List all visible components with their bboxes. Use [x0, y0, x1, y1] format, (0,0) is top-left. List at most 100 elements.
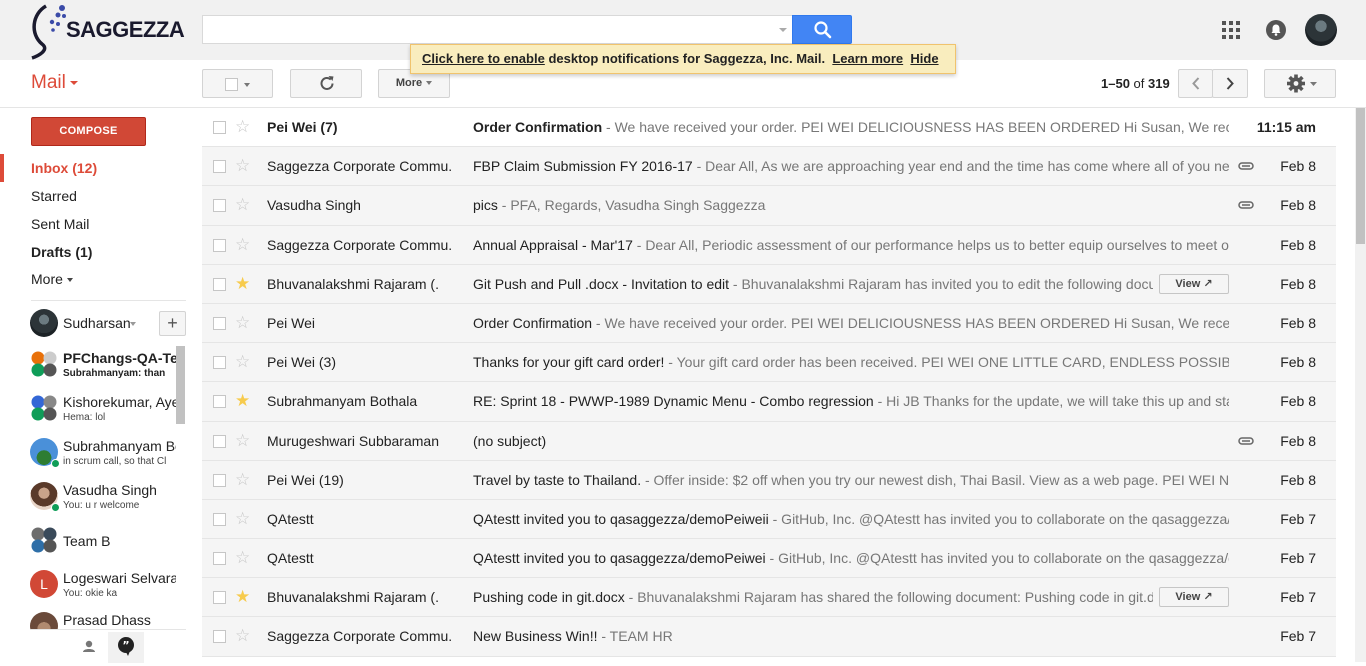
email-row[interactable]: ☆ Pei Wei (19) Travel by taste to Thaila…: [202, 460, 1336, 500]
row-checkbox[interactable]: [213, 630, 226, 644]
email-row[interactable]: ☆ Pei Wei Order Confirmation - We have r…: [202, 303, 1336, 344]
nav-drafts[interactable]: Drafts (1): [0, 238, 186, 266]
account-avatar[interactable]: [1305, 14, 1337, 46]
star-icon[interactable]: ☆: [235, 470, 250, 490]
star-icon-starred[interactable]: ★: [235, 274, 250, 294]
email-date: Feb 7: [1280, 589, 1316, 606]
contacts-person-icon[interactable]: [83, 640, 95, 652]
email-sender: Bhuvanalakshmi Rajaram (.: [267, 589, 439, 606]
search-input[interactable]: [202, 15, 793, 44]
email-row[interactable]: ☆ Pei Wei (3) Thanks for your gift card …: [202, 343, 1336, 383]
nav-sent-mail[interactable]: Sent Mail: [0, 210, 186, 238]
email-row[interactable]: ☆ Murugeshwari Subbaraman (no subject) F…: [202, 421, 1336, 461]
email-row[interactable]: ☆ Saggezza Corporate Commu. New Business…: [202, 617, 1336, 657]
email-content: Git Push and Pull .docx - Invitation to …: [473, 276, 1153, 292]
star-icon[interactable]: ☆: [235, 313, 250, 333]
row-checkbox[interactable]: [213, 473, 226, 487]
chat-item[interactable]: L Logeswari Selvaraj You: okie ka: [30, 566, 176, 608]
email-snippet: - We have received your order. PEI WEI D…: [606, 119, 1229, 135]
settings-button[interactable]: [1264, 69, 1336, 98]
chat-item[interactable]: PFChangs-QA-Tea Subrahmanyam: than: [30, 346, 176, 388]
select-all-button[interactable]: [202, 69, 273, 98]
search-options-icon[interactable]: [779, 28, 787, 32]
email-subject: New Business Win!!: [473, 628, 598, 645]
view-document-button[interactable]: View ↗: [1159, 273, 1229, 294]
email-snippet: - Dear All, Periodic assessment of our p…: [636, 236, 1229, 253]
row-checkbox[interactable]: [213, 434, 226, 448]
chevron-left-icon: [1192, 77, 1200, 90]
email-content: (no subject): [473, 433, 1229, 449]
row-checkbox[interactable]: [213, 277, 226, 291]
star-icon[interactable]: ☆: [235, 235, 250, 255]
star-icon[interactable]: ☆: [235, 626, 250, 646]
nav-inbox[interactable]: Inbox (12): [0, 154, 186, 182]
chat-list-scrollbar[interactable]: [176, 346, 185, 424]
star-icon[interactable]: ☆: [235, 195, 250, 215]
email-row[interactable]: ☆ Saggezza Corporate Commu. FBP Claim Su…: [202, 147, 1336, 187]
star-icon[interactable]: ☆: [235, 548, 250, 568]
row-checkbox[interactable]: [213, 238, 226, 252]
star-icon[interactable]: ☆: [235, 509, 250, 529]
star-icon-starred[interactable]: ★: [235, 391, 250, 411]
row-checkbox[interactable]: [213, 160, 226, 174]
compose-button[interactable]: COMPOSE: [31, 117, 146, 146]
chat-item[interactable]: Team B: [30, 522, 176, 564]
row-checkbox[interactable]: [213, 199, 226, 213]
row-checkbox[interactable]: [213, 395, 226, 409]
row-checkbox[interactable]: [213, 552, 226, 566]
email-sender: Subrahmanyam Bothala: [267, 393, 418, 410]
mail-app-switcher[interactable]: Mail: [31, 72, 78, 94]
scrollbar-thumb[interactable]: [1356, 108, 1365, 244]
email-row[interactable]: ☆ QAtestt QAtestt invited you to qasagge…: [202, 499, 1336, 540]
saggezza-logo[interactable]: SAGGEZZA: [28, 0, 185, 60]
email-row[interactable]: ★ Bhuvanalakshmi Rajaram (. Git Push and…: [202, 264, 1336, 304]
older-page-button[interactable]: [1212, 69, 1248, 98]
main-scrollbar[interactable]: [1355, 108, 1366, 662]
group-avatar: [30, 350, 58, 378]
new-hangout-button[interactable]: +: [159, 311, 186, 336]
enable-notifications-link[interactable]: Click here to enable: [422, 51, 545, 66]
pagination-total: 319: [1148, 76, 1170, 91]
hide-link[interactable]: Hide: [910, 51, 938, 66]
email-row[interactable]: ☆ Pei Wei (7) Order Confirmation - We ha…: [202, 108, 1336, 148]
star-icon[interactable]: ☆: [235, 117, 250, 137]
row-checkbox[interactable]: [213, 121, 226, 134]
email-row[interactable]: ★ Subrahmanyam Bothala RE: Sprint 18 - P…: [202, 382, 1336, 422]
apps-grid-icon[interactable]: [1221, 20, 1241, 40]
learn-more-link[interactable]: Learn more: [832, 51, 903, 66]
star-icon[interactable]: ☆: [235, 156, 250, 176]
nav-starred[interactable]: Starred: [0, 182, 186, 210]
email-row[interactable]: ★ Bhuvanalakshmi Rajaram (. Pushing code…: [202, 578, 1336, 618]
row-checkbox[interactable]: [213, 316, 226, 330]
row-checkbox[interactable]: [213, 356, 226, 370]
email-content: Travel by taste to Thailand. - Offer ins…: [473, 472, 1229, 488]
star-icon[interactable]: ☆: [235, 352, 250, 372]
email-snippet: - Bhuvanalakshmi Rajaram has shared the …: [628, 589, 1153, 606]
star-icon[interactable]: ☆: [235, 431, 250, 451]
email-sender: Saggezza Corporate Commu.: [267, 158, 452, 175]
nav-more[interactable]: More: [0, 265, 186, 293]
star-icon-starred[interactable]: ★: [235, 587, 250, 607]
chat-name: Prasad Dhass: [63, 612, 151, 628]
chat-item[interactable]: Subrahmanyam Bo in scrum call, so that C…: [30, 434, 176, 476]
search-button[interactable]: [792, 15, 852, 44]
chat-item[interactable]: Kishorekumar, Aye Hema: lol: [30, 390, 176, 432]
desktop-notification-banner: Click here to enable desktop notificatio…: [410, 44, 956, 74]
hangouts-quote-icon[interactable]: ”: [108, 632, 144, 663]
online-indicator: [51, 459, 60, 468]
email-row[interactable]: ☆ Saggezza Corporate Commu. Annual Appra…: [202, 225, 1336, 265]
email-snippet: - Hi JB Thanks for the update, we will t…: [877, 393, 1229, 410]
email-row[interactable]: ☆ Vasudha Singh pics - PFA, Regards, Vas…: [202, 186, 1336, 226]
view-document-button[interactable]: View ↗: [1159, 587, 1229, 608]
row-checkbox[interactable]: [213, 512, 226, 526]
notifications-bell-icon[interactable]: [1264, 18, 1288, 42]
email-row[interactable]: ☆ QAtestt QAtestt invited you to qasagge…: [202, 539, 1336, 579]
chat-item[interactable]: Vasudha Singh You: u r welcome: [30, 478, 176, 520]
chat-item[interactable]: Prasad Dhass: [30, 608, 176, 630]
email-sender: Saggezza Corporate Commu.: [267, 628, 452, 645]
row-checkbox[interactable]: [213, 591, 226, 605]
email-subject: QAtestt invited you to qasaggezza/demoPe…: [473, 510, 769, 527]
newer-page-button[interactable]: [1178, 69, 1213, 98]
refresh-button[interactable]: [290, 69, 362, 98]
chat-name: Kishorekumar, Aye: [63, 394, 176, 410]
